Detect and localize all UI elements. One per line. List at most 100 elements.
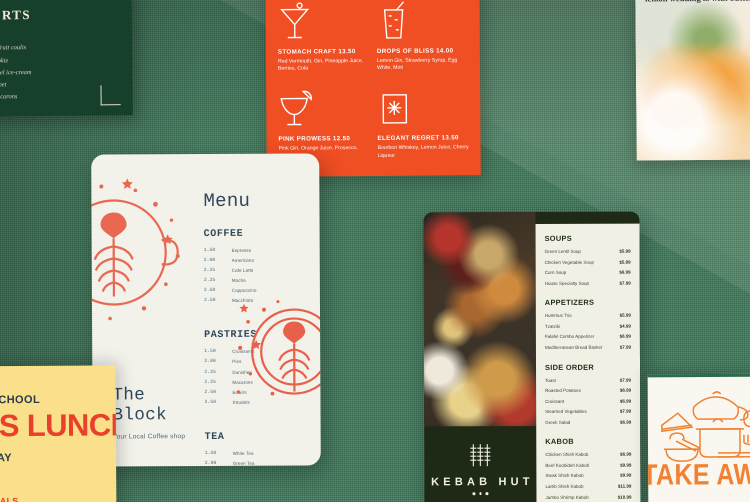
wedding-photo-image (635, 0, 750, 161)
table-row: Beef Koobideh Kabob $9.99 (545, 461, 631, 472)
cocktail-item-description: Red Vermouth, Gin, Pineapple Juice, Berr… (277, 57, 364, 73)
item-price: 2.25 (203, 268, 216, 274)
list-item: 2.25 Cafe Latte (204, 266, 312, 277)
list-item: 2.25 Mocha (204, 276, 312, 287)
item-price: $5.99 (619, 248, 631, 254)
item-name: Cafe Latte (231, 267, 254, 273)
item-name: Corn Soup (544, 270, 567, 276)
kitchenware-illustration-icon (656, 391, 750, 466)
item-name: Chicken Vegetable Soup (544, 259, 594, 265)
dot (472, 492, 476, 496)
table-row: Steak Shish Kabob $9.99 (545, 471, 631, 482)
item-name: Tzatziki (544, 323, 561, 329)
item-price: $10.99 (617, 494, 632, 500)
kebab-section-rows: Green Lentil Soup $5.99 Chicken Vegetabl… (545, 247, 631, 290)
table-row: Tzatziki $4.99 (545, 321, 631, 332)
wedding-photo-card[interactable]: WEDDING lemon wedding ... with butte... (635, 0, 750, 161)
item-price: $6.99 (619, 269, 631, 275)
table-row: Toast $7.99 (545, 375, 631, 386)
cocktail-item[interactable]: ELEGANT REGRET 13.50 Bourbon Whiskey, Le… (377, 84, 469, 166)
item-name: Falafel Combo Appetizer (544, 334, 595, 340)
item-name: Steak Shish Kabob (545, 473, 584, 479)
coffee-section-rows: 1.50 White Tea 2.00 Green Tea 2.25 Oolon… (205, 448, 313, 466)
coffee-menu-card[interactable]: Menu COFFEE 1.50 Espresso 2.00 Americano… (91, 153, 321, 467)
item-price: $4.99 (619, 323, 631, 329)
table-row: Croissant $6.99 (545, 396, 631, 407)
cocktail-item-name: ELEGANT REGRET 13.50 (377, 134, 459, 142)
item-price: $5.99 (619, 312, 631, 318)
item-name: Americano (231, 257, 255, 263)
list-item: 1.50 White Tea (205, 448, 313, 459)
kebab-section-title: APPETIZERS (544, 298, 595, 308)
item-name: Croissant (545, 398, 565, 404)
item-price: $6.99 (619, 334, 631, 340)
cocktail-item-name: PINK PROWESS 12.50 (278, 135, 351, 143)
list-item: 2.00 Green Tea (205, 458, 313, 466)
table-row: Lamb Shish Kabob $11.99 (545, 482, 631, 493)
item-name: Mocha (231, 277, 246, 284)
kebab-section-title: SIDE ORDER (545, 362, 595, 372)
lunch-title: ...Y'S LUNCH (0, 407, 117, 444)
item-name: House Specialty Soup (544, 280, 590, 286)
item-name: Mediterranean Bread Basket (544, 344, 603, 350)
item-name: Espresso (231, 247, 252, 253)
item-price: $7.99 (619, 408, 632, 414)
item-price: $6.99 (620, 451, 632, 458)
martini-glass-icon (278, 0, 369, 42)
collage-stage: ...le creamy garlic sauce DESSERTS Weddi… (0, 0, 750, 502)
latte-art-rosetta-icon (232, 295, 321, 408)
cocktail-item-name: DROPS OF BLISS 14.00 (376, 47, 454, 55)
kebab-section-title: KABOB (545, 437, 574, 447)
item-price: 1.50 (204, 450, 217, 456)
item-name: Beef Koobideh Kabob (545, 462, 590, 468)
item-name: Green Tea (232, 460, 255, 466)
kebab-section-title: SOUPS (544, 233, 572, 243)
kebab-logo-name: KEBAB HUT (431, 476, 534, 489)
kebab-section-rows: Toast $7.99 Roasted Potatoes $6.99 Crois… (545, 375, 631, 428)
kebab-section-rows: Chicken Shish Kabob $6.99 Beef Koobideh … (545, 450, 631, 502)
dot (479, 492, 482, 495)
list-item: 2.00 Americano (204, 256, 312, 267)
lunch-school-name: ...HIGH SCHOOL (0, 393, 41, 407)
cocktail-item-description: Bourbon Whiskey, Lemon Juice, Cherry Liq… (377, 144, 469, 159)
kebab-menu-card[interactable]: KEBAB HUT SOUPS Green Lentil Soup $5.99 … (423, 211, 641, 502)
kebab-logo-block: KEBAB HUT (424, 426, 536, 502)
takeaway-menu-card[interactable]: TAKE AWAY (647, 373, 750, 502)
dot (485, 492, 489, 495)
item-price: $9.99 (620, 462, 632, 468)
table-row: Falafel Combo Appetizer $6.99 (545, 332, 631, 343)
item-name: Cappuccino (231, 287, 257, 294)
item-name: Steamed Vegetables (545, 408, 587, 415)
tumbler-glass-icon (377, 84, 468, 129)
item-name: Hummus Trio (544, 313, 572, 319)
cocktail-item-description: Lemon Gin, Strawberry Syrup, Egg White, … (376, 57, 458, 72)
item-price: 2.50 (203, 288, 216, 294)
cocktail-grid: Citrus Vodka, Vermouth, Orange Juice, Su… (277, 0, 469, 167)
table-row: House Specialty Soup $7.99 (545, 278, 631, 289)
kebab-menu-panel: SOUPS Green Lentil Soup $5.99 Chicken Ve… (535, 223, 641, 502)
cocktail-item-name: STOMACH CRAFT 13.50 (277, 47, 356, 56)
school-lunch-menu-card[interactable]: ...HIGH SCHOOL ...Y'S LUNCH ...TUESDAY .… (0, 365, 117, 502)
item-price: 2.50 (203, 298, 216, 304)
list-item: 1.50 Espresso (204, 245, 312, 256)
cocktail-item[interactable]: DROPS OF BLISS 14.00 Lemon Gin, Strawber… (377, 0, 469, 79)
cocktail-item[interactable]: STOMACH CRAFT 13.50 Red Vermouth, Gin, P… (278, 0, 370, 80)
item-name: Jumbo Shrimp Kabob (545, 494, 589, 500)
table-row: Steamed Vegetables $7.99 (545, 407, 631, 418)
table-row: Mediterranean Bread Basket $7.99 (545, 343, 631, 354)
table-row: Greek Salad $6.99 (545, 417, 631, 428)
item-price: 1.50 (204, 349, 216, 355)
item-price: 2.25 (204, 369, 216, 375)
item-price: 2.00 (204, 359, 216, 365)
coffee-section-title: COFFEE (203, 228, 244, 241)
brand-tagline: Your Local Coffee shop (112, 433, 186, 441)
kebab-section-rows: Hummus Trio $5.99 Tzatziki $4.99 Falafel… (545, 311, 631, 354)
item-price: $5.99 (619, 259, 631, 265)
table-row: Roasted Potatoes $6.99 (545, 386, 631, 397)
wedding-dessert-menu-card[interactable]: ...le creamy garlic sauce DESSERTS Weddi… (0, 0, 133, 117)
item-price: $9.99 (620, 473, 632, 479)
cocktail-menu-card[interactable]: Citrus Vodka, Vermouth, Orange Juice, Su… (265, 0, 481, 177)
item-price: $7.99 (619, 344, 631, 350)
lunch-day: ...TUESDAY (0, 452, 12, 465)
coffee-brand-block: The Block Your Local Coffee shop (112, 385, 222, 441)
